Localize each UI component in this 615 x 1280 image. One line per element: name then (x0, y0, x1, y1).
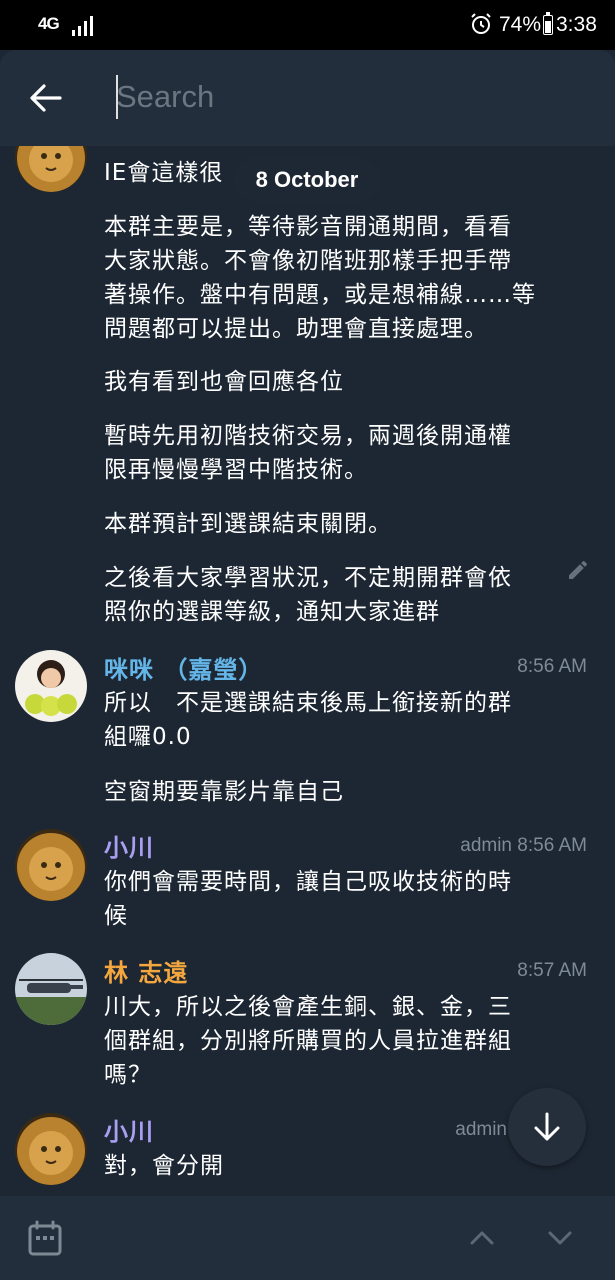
sender-name[interactable]: 咪咪 （嘉瑩） (104, 650, 263, 685)
search-bottom-bar (0, 1196, 615, 1280)
chevron-down-icon[interactable] (544, 1224, 576, 1252)
chevron-up-icon[interactable] (466, 1224, 498, 1252)
avatar-xiaochuan[interactable] (15, 829, 87, 901)
search-input[interactable] (116, 72, 566, 122)
status-bar: 4G 74% 3:38 (0, 0, 615, 50)
avatar-xiaochuan[interactable] (15, 146, 87, 192)
message-text: 本群主要是，等待影音開通期間，看看 大家狀態。不會像初階班那樣手把手帶 著操作。… (104, 214, 536, 342)
battery-icon (543, 12, 553, 35)
message-text: 本群預計到選課結束關閉。 (104, 511, 392, 537)
text-cursor (116, 75, 118, 119)
calendar-icon[interactable] (28, 1220, 62, 1256)
message-text: 你們會需要時間，讓自己吸收技術的時 候 (104, 869, 512, 929)
message-text: 我有看到也會回應各位 (104, 369, 344, 395)
clock: 3:38 (556, 13, 597, 36)
chat-area[interactable]: IE會這樣很 8 October 本群主要是，等待影音開通期間，看看 大家狀態。… (0, 146, 615, 1196)
message-text: 川大，所以之後會產生銅、銀、金，三 個群組，分別將所購買的人員拉進群組 嗎？ (104, 994, 512, 1088)
arrow-down-icon (534, 1112, 560, 1141)
message-time: 8:56 AM (517, 656, 587, 677)
message-text: 之後看大家學習狀況，不定期開群會依 照你的選課等級，通知大家進群 (104, 565, 512, 625)
pencil-icon (569, 560, 588, 579)
message-text: 空窗期要靠影片靠自己 (104, 779, 344, 805)
message-time: admin 8:56 AM (460, 835, 587, 856)
signal-icon (72, 14, 98, 36)
sender-name[interactable]: 小川 (104, 828, 154, 863)
date-separator: 8 October (234, 158, 380, 202)
battery-percent: 74% (499, 13, 542, 36)
message-text: 所以 不是選課結束後馬上銜接新的群 組囉0.0 (104, 690, 512, 750)
message-text: 暫時先用初階技術交易，兩週後開通權 限再慢慢學習中階技術。 (104, 423, 512, 483)
message-text: 對，會分開 (104, 1153, 224, 1179)
search-header (0, 50, 615, 146)
avatar-mimi[interactable] (15, 650, 87, 722)
avatar-lin-zhiyuan[interactable] (15, 953, 87, 1025)
message-time: admin (455, 1119, 507, 1140)
sender-name[interactable]: 林 志遠 (104, 953, 188, 988)
message-time: 8:57 AM (517, 960, 587, 981)
avatar-xiaochuan[interactable] (15, 1113, 87, 1185)
alarm-icon (471, 13, 491, 34)
sender-name[interactable]: 小川 (104, 1112, 154, 1147)
scroll-down-button[interactable] (508, 1088, 586, 1166)
network-indicator: 4G (38, 14, 60, 33)
arrow-left-icon[interactable] (26, 80, 66, 116)
